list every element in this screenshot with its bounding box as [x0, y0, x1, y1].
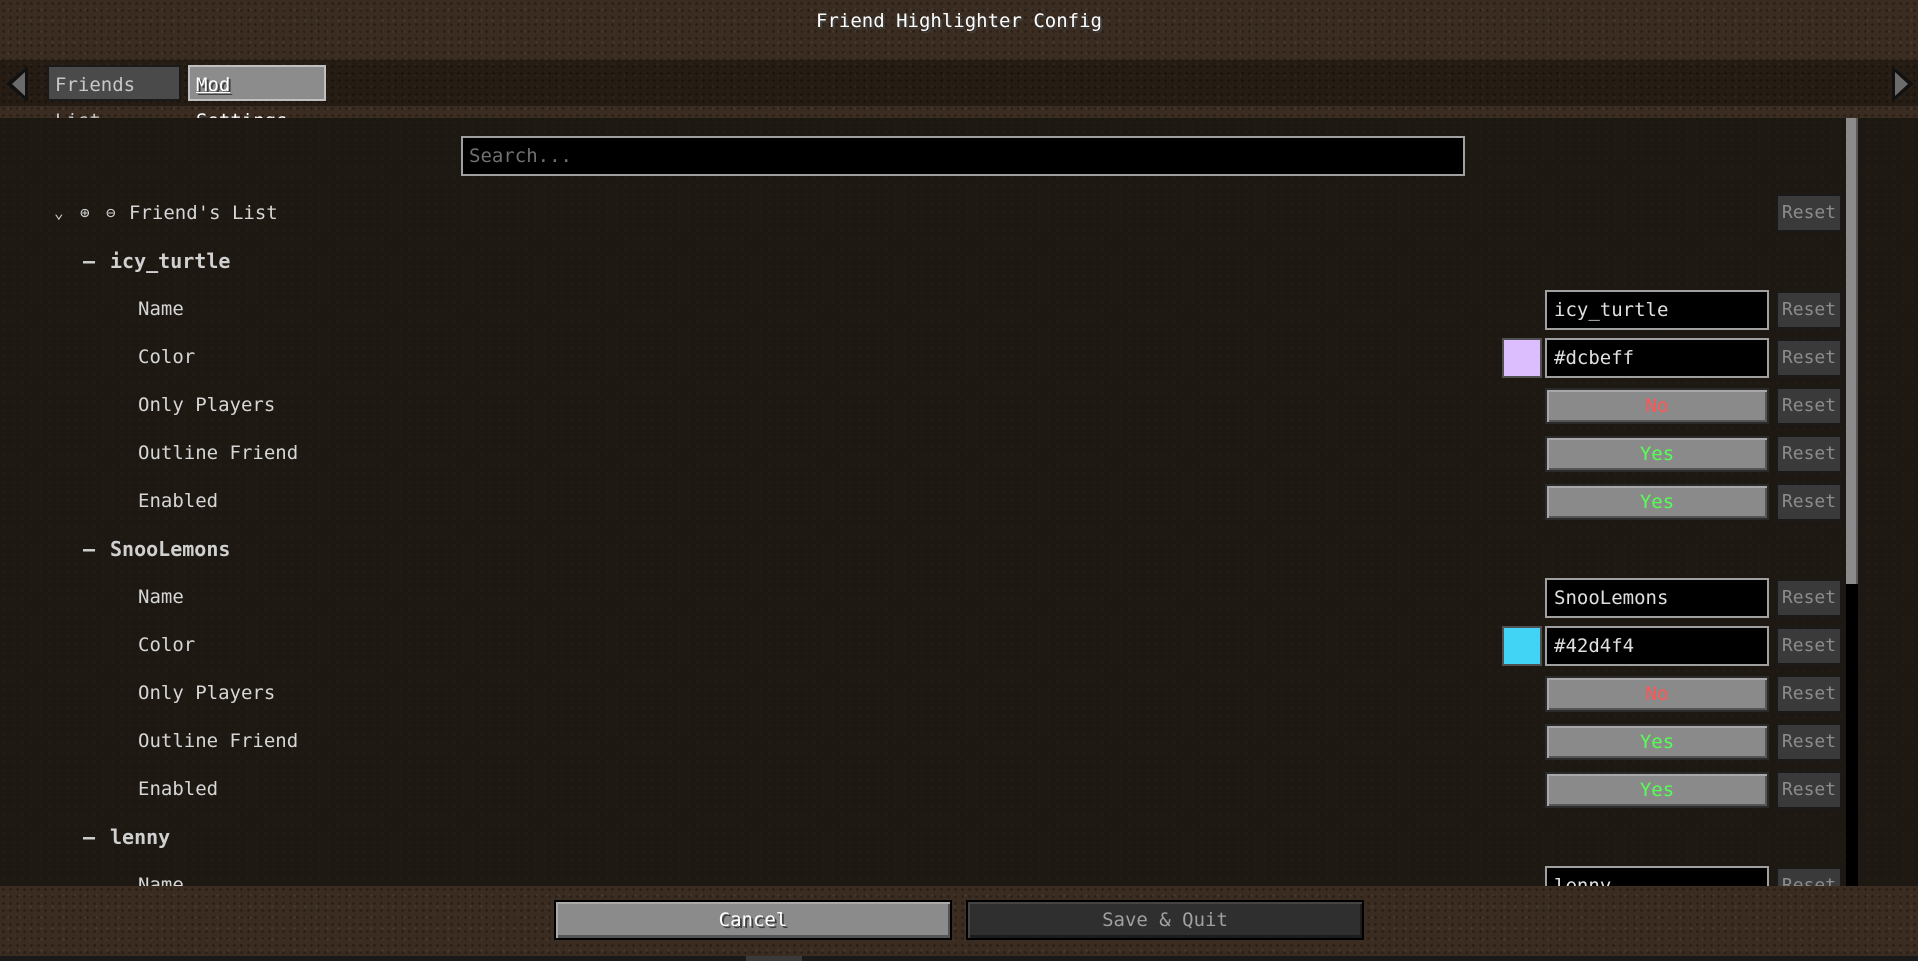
- friend-collapse-icon[interactable]: –: [83, 249, 95, 273]
- reset-button[interactable]: Reset: [1776, 675, 1842, 713]
- friend-collapse-icon[interactable]: –: [83, 825, 95, 849]
- bottom-divider: [0, 956, 1918, 961]
- only-players-label: Only Players: [138, 682, 276, 704]
- reset-button[interactable]: Reset: [1776, 291, 1842, 329]
- tab-mod-settings[interactable]: Mod Settings: [188, 65, 326, 132]
- outline-friend-toggle[interactable]: Yes: [1545, 436, 1769, 472]
- friend-collapse-icon[interactable]: –: [83, 537, 95, 561]
- name-field[interactable]: icy_turtle: [1545, 290, 1769, 330]
- reset-button[interactable]: Reset: [1776, 339, 1842, 377]
- expand-all-icon[interactable]: ⊕: [80, 201, 90, 225]
- title-bar: Friend Highlighter Config: [0, 0, 1918, 44]
- reset-button[interactable]: Reset: [1776, 771, 1842, 809]
- bottom-nub: [746, 956, 802, 961]
- tab-friends-list[interactable]: Friends List: [47, 65, 181, 132]
- color-field[interactable]: #42d4f4: [1545, 626, 1769, 666]
- cancel-button[interactable]: Cancel: [554, 900, 952, 940]
- tab-scroll-left-icon[interactable]: [6, 66, 28, 102]
- reset-button[interactable]: Reset: [1776, 483, 1842, 521]
- color-swatch: [1502, 626, 1542, 666]
- footer-bar: [0, 886, 1918, 961]
- only-players-toggle[interactable]: No: [1545, 676, 1769, 712]
- friend-header: lenny: [110, 825, 171, 849]
- tab-scroll-right-icon[interactable]: [1892, 66, 1914, 102]
- friend-header: SnooLemons: [110, 537, 231, 561]
- enabled-label: Enabled: [138, 490, 219, 512]
- collapse-chevron-icon[interactable]: ⌄: [54, 201, 64, 225]
- color-label: Color: [138, 634, 196, 656]
- name-label: Name: [138, 298, 184, 320]
- name-label: Name: [138, 586, 184, 608]
- reset-button[interactable]: Reset: [1776, 387, 1842, 425]
- collapse-all-icon[interactable]: ⊖: [106, 201, 116, 225]
- color-label: Color: [138, 346, 196, 368]
- search-input[interactable]: Search...: [461, 136, 1465, 176]
- reset-button[interactable]: Reset: [1776, 723, 1842, 761]
- only-players-toggle[interactable]: No: [1545, 388, 1769, 424]
- enabled-toggle[interactable]: Yes: [1545, 772, 1769, 808]
- friend-header: icy_turtle: [110, 249, 231, 273]
- category-reset-button[interactable]: Reset: [1776, 194, 1842, 232]
- scrollbar-thumb[interactable]: [1846, 118, 1858, 584]
- outline-friend-label: Outline Friend: [138, 730, 299, 752]
- only-players-label: Only Players: [138, 394, 276, 416]
- color-swatch: [1502, 338, 1542, 378]
- category-label: Friend's List: [129, 202, 278, 224]
- save-quit-button[interactable]: Save & Quit: [966, 900, 1364, 940]
- window-title: Friend Highlighter Config: [816, 10, 1102, 32]
- name-field[interactable]: SnooLemons: [1545, 578, 1769, 618]
- enabled-toggle[interactable]: Yes: [1545, 484, 1769, 520]
- color-field[interactable]: #dcbeff: [1545, 338, 1769, 378]
- outline-friend-toggle[interactable]: Yes: [1545, 724, 1769, 760]
- reset-button[interactable]: Reset: [1776, 579, 1842, 617]
- outline-friend-label: Outline Friend: [138, 442, 299, 464]
- reset-button[interactable]: Reset: [1776, 435, 1842, 473]
- enabled-label: Enabled: [138, 778, 219, 800]
- reset-button[interactable]: Reset: [1776, 627, 1842, 665]
